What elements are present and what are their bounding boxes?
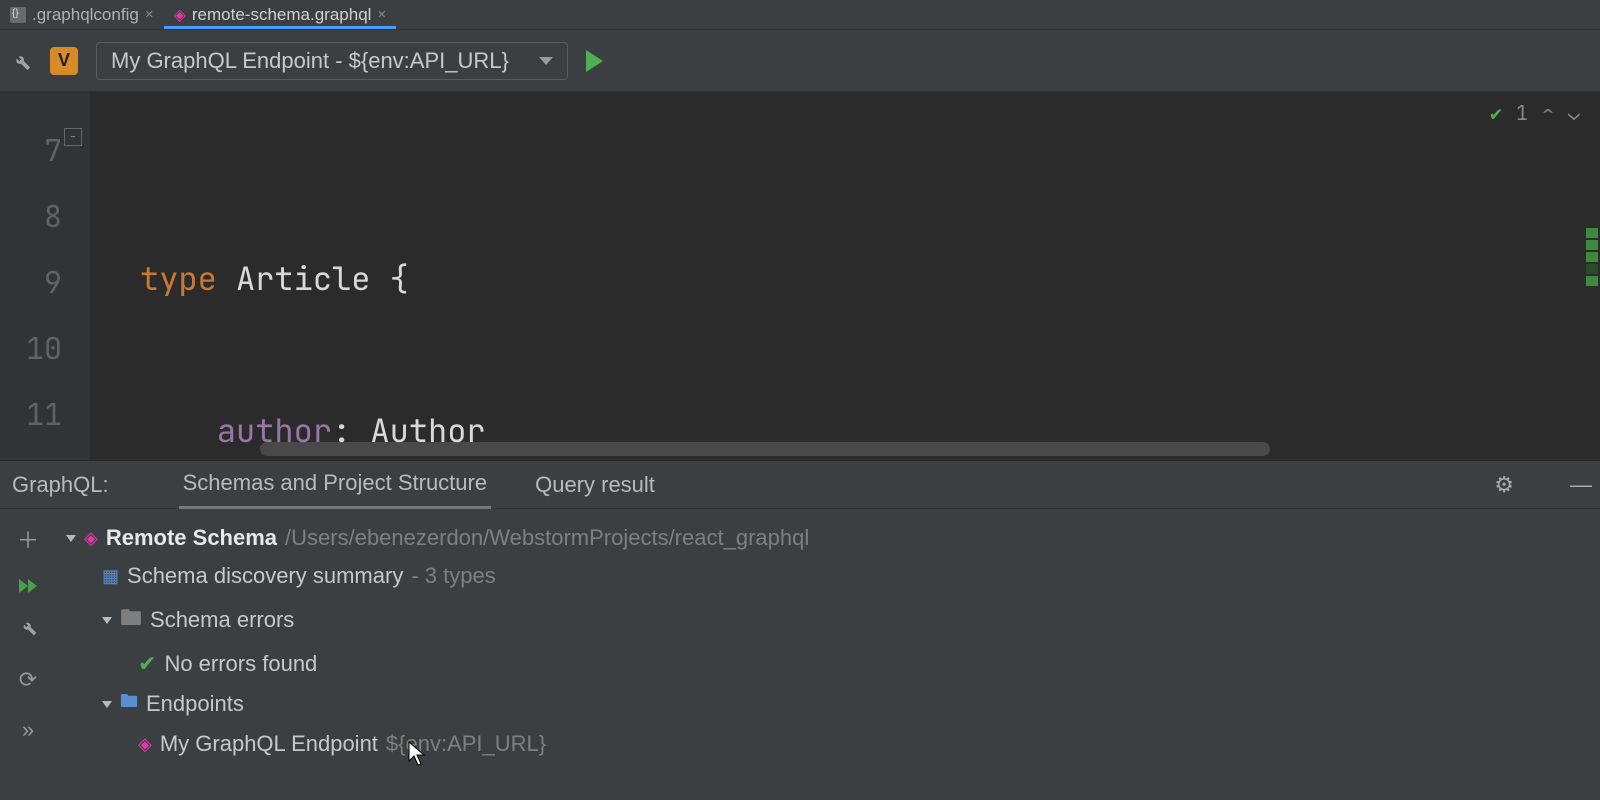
graphql-toolbar: V My GraphQL Endpoint - ${env:API_URL} xyxy=(0,30,1600,92)
chevron-down-icon[interactable]: ⌄ xyxy=(1568,100,1580,126)
fold-toggle[interactable]: − xyxy=(64,128,82,146)
graphql-icon: ◈ xyxy=(174,5,186,25)
chevron-down-icon[interactable] xyxy=(102,617,112,624)
folder-icon: 🖿 xyxy=(120,689,138,719)
line-number: 10 xyxy=(0,315,62,381)
run-button[interactable] xyxy=(586,50,603,72)
line-number: 9 xyxy=(0,249,62,315)
line-gutter: 7 8 9 10 11 xyxy=(0,92,90,460)
endpoint-name: My GraphQL Endpoint xyxy=(160,731,378,757)
chevron-down-icon[interactable] xyxy=(102,701,112,708)
tree-root-label: Remote Schema xyxy=(106,525,277,551)
endpoint-select[interactable]: My GraphQL Endpoint - ${env:API_URL} xyxy=(96,42,568,80)
brace: { xyxy=(370,257,408,300)
check-icon: ✔ xyxy=(138,651,156,677)
minimap[interactable] xyxy=(1586,142,1598,460)
code-area[interactable]: − type Article { author: Author bio: Str… xyxy=(90,92,1600,460)
tree-endpoints[interactable]: 🖿 Endpoints xyxy=(66,683,1590,725)
line-number: 7 xyxy=(0,117,62,183)
more-icon[interactable]: » xyxy=(22,717,34,743)
tab-label: .graphqlconfig xyxy=(32,5,139,25)
inspection-count: 1 xyxy=(1516,100,1528,126)
tree-label: Schema errors xyxy=(150,607,294,633)
type-name: Article xyxy=(236,257,370,300)
editor-tabbar: .graphqlconfig × ◈ remote-schema.graphql… xyxy=(0,0,1600,30)
tab-schemas[interactable]: Schemas and Project Structure xyxy=(179,460,491,509)
close-icon[interactable]: × xyxy=(145,6,154,23)
line-number: 11 xyxy=(0,381,62,447)
panel-body: ＋ ⟳ » ◈ Remote Schema /Users/ebenezerdon… xyxy=(0,509,1600,800)
tree-root[interactable]: ◈ Remote Schema /Users/ebenezerdon/Webst… xyxy=(66,519,1590,557)
folder-icon: 🖿 xyxy=(120,601,142,639)
rerun-icon[interactable] xyxy=(19,579,37,593)
tree-label: Endpoints xyxy=(146,691,244,717)
close-icon[interactable]: × xyxy=(377,6,386,23)
tree-discovery[interactable]: ▦ Schema discovery summary - 3 types xyxy=(66,557,1590,595)
line-number: 8 xyxy=(0,183,62,249)
config-file-icon xyxy=(10,7,26,23)
chevron-down-icon xyxy=(539,57,553,65)
tab-graphqlconfig[interactable]: .graphqlconfig × xyxy=(0,0,164,29)
code-editor[interactable]: 7 8 9 10 11 − type Article { author: Aut… xyxy=(0,92,1600,460)
inspection-widget[interactable]: ✔ 1 ⌃ ⌄ xyxy=(1490,100,1580,126)
mouse-cursor-icon xyxy=(408,741,428,774)
variables-button[interactable]: V xyxy=(50,47,78,75)
tree-label: Schema discovery summary xyxy=(127,563,403,589)
chevron-down-icon[interactable] xyxy=(66,535,76,542)
tree-no-errors[interactable]: ✔ No errors found xyxy=(66,645,1590,683)
keyword: type xyxy=(140,257,217,300)
tree-endpoint-item[interactable]: ◈ My GraphQL Endpoint ${env:API_URL} xyxy=(66,725,1590,763)
panel-side-toolbar: ＋ ⟳ » xyxy=(0,509,56,800)
horizontal-scrollbar[interactable] xyxy=(260,442,1270,456)
tab-remote-schema[interactable]: ◈ remote-schema.graphql × xyxy=(164,0,397,29)
chevron-up-icon[interactable]: ⌃ xyxy=(1542,100,1554,126)
schema-tree[interactable]: ◈ Remote Schema /Users/ebenezerdon/Webst… xyxy=(56,509,1600,800)
list-icon: ▦ xyxy=(102,566,119,587)
minimize-icon[interactable]: — xyxy=(1562,472,1600,498)
add-icon[interactable]: ＋ xyxy=(17,523,39,555)
tree-root-path: /Users/ebenezerdon/WebstormProjects/reac… xyxy=(285,525,809,551)
refresh-icon[interactable]: ⟳ xyxy=(19,667,37,693)
tab-label: remote-schema.graphql xyxy=(192,5,372,25)
endpoint-select-label: My GraphQL Endpoint - ${env:API_URL} xyxy=(111,48,509,74)
check-icon: ✔ xyxy=(1490,100,1502,126)
graphql-icon: ◈ xyxy=(84,528,98,549)
tab-query-result[interactable]: Query result xyxy=(531,462,659,508)
tree-label: No errors found xyxy=(164,651,317,677)
tree-suffix: - 3 types xyxy=(411,563,495,589)
panel-tabbar: GraphQL: Schemas and Project Structure Q… xyxy=(0,461,1600,509)
gear-icon[interactable]: ⚙ xyxy=(1486,472,1522,498)
graphql-panel: GraphQL: Schemas and Project Structure Q… xyxy=(0,460,1600,800)
graphql-icon: ◈ xyxy=(138,734,152,755)
panel-title: GraphQL: xyxy=(12,472,139,498)
wrench-icon[interactable] xyxy=(18,617,38,643)
wrench-icon[interactable] xyxy=(10,50,32,72)
tree-errors[interactable]: 🖿 Schema errors xyxy=(66,595,1590,645)
